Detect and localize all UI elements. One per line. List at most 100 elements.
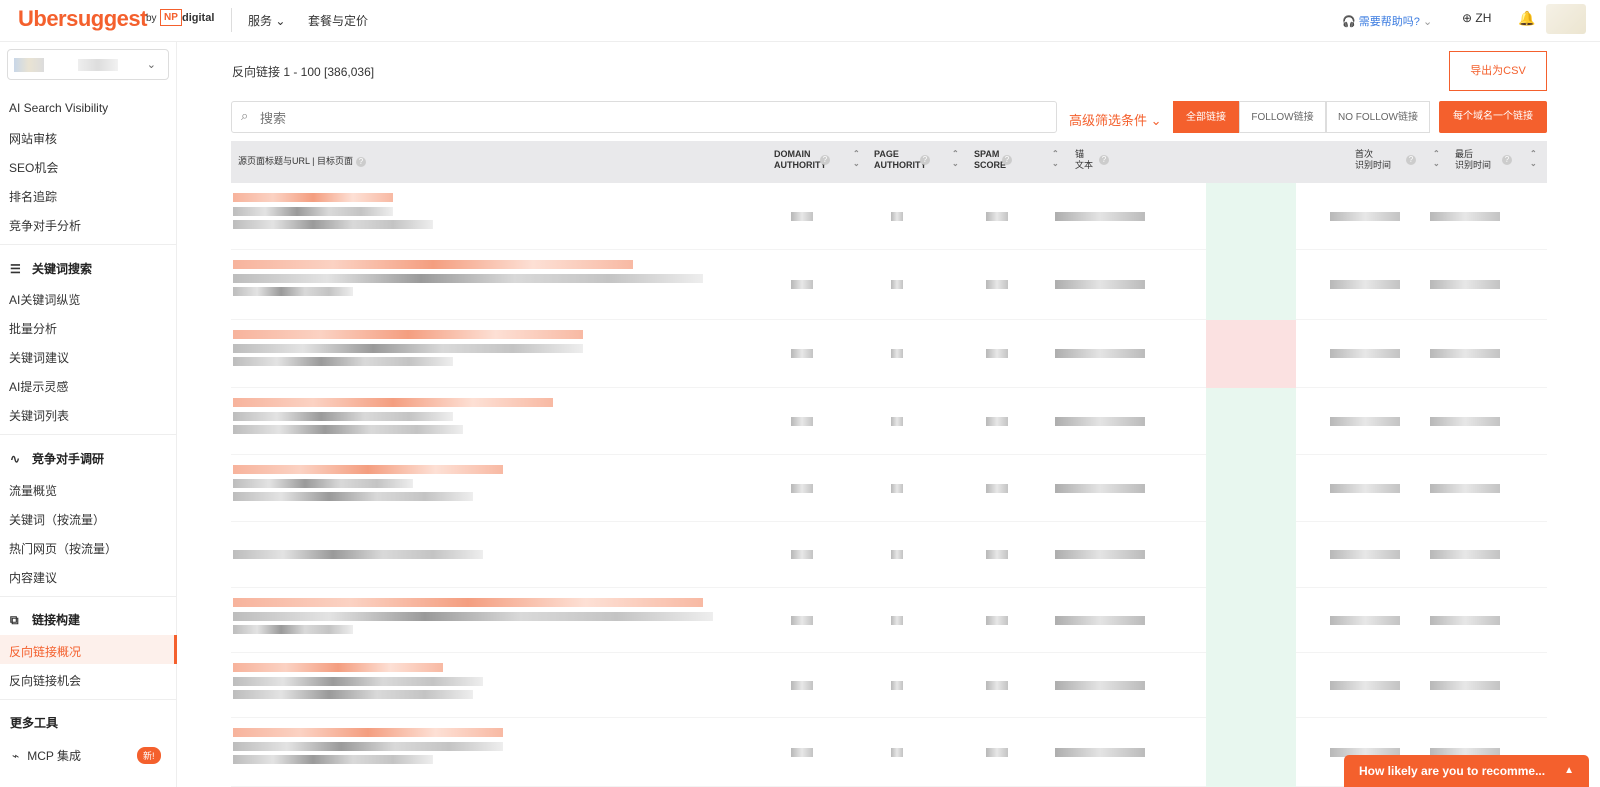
source-url[interactable]: [233, 492, 473, 501]
source-url[interactable]: [233, 479, 413, 488]
sidebar-item-backlinks-overview[interactable]: 反向链接概况: [9, 643, 81, 660]
first-seen-date: [1330, 615, 1400, 625]
table-row[interactable]: [231, 388, 1547, 455]
one-link-per-domain-button[interactable]: 每个域名一个链接: [1439, 101, 1547, 133]
spam-score-value: [986, 550, 1008, 559]
source-url[interactable]: [233, 357, 453, 366]
digital-logo: digital: [182, 12, 215, 24]
project-favicon: [14, 58, 44, 72]
table-row[interactable]: [231, 183, 1547, 250]
spam-score-value: [986, 211, 1008, 221]
sidebar-item-competitor-analysis[interactable]: 竞争对手分析: [9, 217, 81, 234]
sidebar-item-bulk-analysis[interactable]: 批量分析: [9, 320, 57, 337]
spam-score-cell: [1206, 320, 1296, 388]
page-authority-value: [891, 416, 903, 426]
avatar[interactable]: [1546, 4, 1586, 34]
filter-nofollow-links[interactable]: NO FOLLOW链接: [1326, 101, 1430, 133]
source-url[interactable]: [233, 412, 453, 421]
domain-authority-value: [791, 615, 813, 625]
first-seen-date: [1330, 680, 1400, 690]
feedback-widget[interactable]: How likely are you to recomme... ▲: [1344, 755, 1589, 787]
source-url[interactable]: [233, 690, 473, 699]
source-title[interactable]: [233, 260, 633, 269]
sidebar-item-keyword-lists[interactable]: 关键词列表: [9, 407, 69, 424]
nav-services[interactable]: 服务 ⌄: [248, 12, 285, 29]
help-icon[interactable]: ?: [817, 154, 830, 165]
chevron-down-icon: ⌄: [146, 59, 156, 71]
source-url[interactable]: [233, 612, 713, 621]
filter-follow-links[interactable]: FOLLOW链接: [1239, 101, 1326, 133]
help-icon[interactable]: ?: [917, 154, 930, 165]
header-source[interactable]: 源页面标题与URL | 目标页面?: [238, 156, 367, 167]
sidebar-item-mcp[interactable]: ⌁ MCP 集成: [12, 747, 81, 764]
source-title[interactable]: [233, 598, 703, 607]
source-url[interactable]: [233, 625, 353, 634]
spam-score-cell: [1206, 522, 1296, 588]
source-url[interactable]: [233, 207, 393, 216]
table-row[interactable]: [231, 588, 1547, 653]
project-selector[interactable]: ⌄: [7, 49, 169, 80]
table-row[interactable]: [231, 320, 1547, 388]
header-anchor-text[interactable]: 锚文本: [1075, 149, 1093, 171]
source-url[interactable]: [233, 755, 433, 764]
table-row[interactable]: [231, 250, 1547, 320]
help-icon[interactable]: ?: [1499, 154, 1512, 165]
source-title[interactable]: [233, 728, 503, 737]
sidebar-item-site-audit[interactable]: 网站审核: [9, 130, 57, 147]
anchor-text: [1055, 680, 1145, 690]
source-url[interactable]: [233, 677, 483, 686]
source-title[interactable]: [233, 193, 393, 202]
help-icon[interactable]: ?: [999, 154, 1012, 165]
source-url[interactable]: [233, 742, 503, 751]
sidebar-item-keyword-ideas[interactable]: 关键词建议: [9, 349, 69, 366]
source-title[interactable]: [233, 663, 443, 672]
search-input[interactable]: [260, 108, 860, 128]
bell-icon[interactable]: 🔔: [1518, 10, 1535, 27]
source-url[interactable]: [233, 425, 463, 434]
sidebar-item-ai-prompt-ideas[interactable]: AI提示灵感: [9, 378, 68, 395]
sidebar-item-rank-tracking[interactable]: 排名追踪: [9, 188, 57, 205]
anchor-text: [1055, 615, 1145, 625]
help-icon[interactable]: ?: [1096, 154, 1109, 165]
page-title: 反向链接 1 - 100 [386,036]: [232, 65, 375, 79]
nav-pricing[interactable]: 套餐与定价: [308, 12, 368, 29]
spam-score-value: [986, 747, 1008, 757]
first-seen-date: [1330, 416, 1400, 426]
help-link[interactable]: 🎧 需要帮助吗? ⌄: [1342, 13, 1432, 29]
spam-score-cell: [1206, 653, 1296, 718]
sidebar-item-ai-search-visibility[interactable]: AI Search Visibility: [9, 101, 108, 115]
logo[interactable]: Ubersuggest: [18, 6, 147, 32]
source-url[interactable]: [233, 274, 703, 283]
sidebar-item-ai-keyword-overview[interactable]: AI关键词纵览: [9, 291, 80, 308]
source-url[interactable]: [233, 550, 483, 559]
sidebar-item-backlink-opportunities[interactable]: 反向链接机会: [9, 672, 81, 689]
sidebar-item-top-pages[interactable]: 热门网页（按流量）: [9, 540, 117, 557]
language-selector[interactable]: ⊕ ZH: [1462, 11, 1491, 25]
source-title[interactable]: [233, 398, 553, 407]
sidebar-item-traffic-overview[interactable]: 流量概览: [9, 482, 57, 499]
pulse-icon: ∿: [10, 452, 21, 466]
source-url[interactable]: [233, 287, 353, 296]
first-seen-date: [1330, 483, 1400, 493]
source-url[interactable]: [233, 220, 433, 229]
filter-all-links[interactable]: 全部链接: [1173, 101, 1239, 133]
header-first-seen[interactable]: 首次 识别时间: [1355, 149, 1391, 171]
last-seen-date: [1430, 550, 1500, 559]
source-url[interactable]: [233, 344, 583, 353]
export-csv-button[interactable]: 导出为CSV: [1449, 51, 1547, 91]
table-row[interactable]: [231, 455, 1547, 522]
table-row[interactable]: [231, 653, 1547, 718]
help-icon[interactable]: ?: [356, 157, 367, 167]
sidebar-item-seo-opportunities[interactable]: SEO机会: [9, 159, 58, 176]
source-title[interactable]: [233, 330, 583, 339]
domain-authority-value: [791, 211, 813, 221]
np-logo: NP: [160, 9, 182, 26]
page-authority-value: [891, 349, 903, 358]
help-icon[interactable]: ?: [1403, 154, 1416, 165]
header-last-seen[interactable]: 最后 识别时间: [1455, 149, 1491, 171]
sidebar-item-keywords-by-traffic[interactable]: 关键词（按流量）: [9, 511, 105, 528]
advanced-filters[interactable]: 高级筛选条件 ⌄: [1069, 110, 1162, 129]
sidebar-item-content-ideas[interactable]: 内容建议: [9, 569, 57, 586]
source-title[interactable]: [233, 465, 503, 474]
table-row[interactable]: [231, 522, 1547, 588]
